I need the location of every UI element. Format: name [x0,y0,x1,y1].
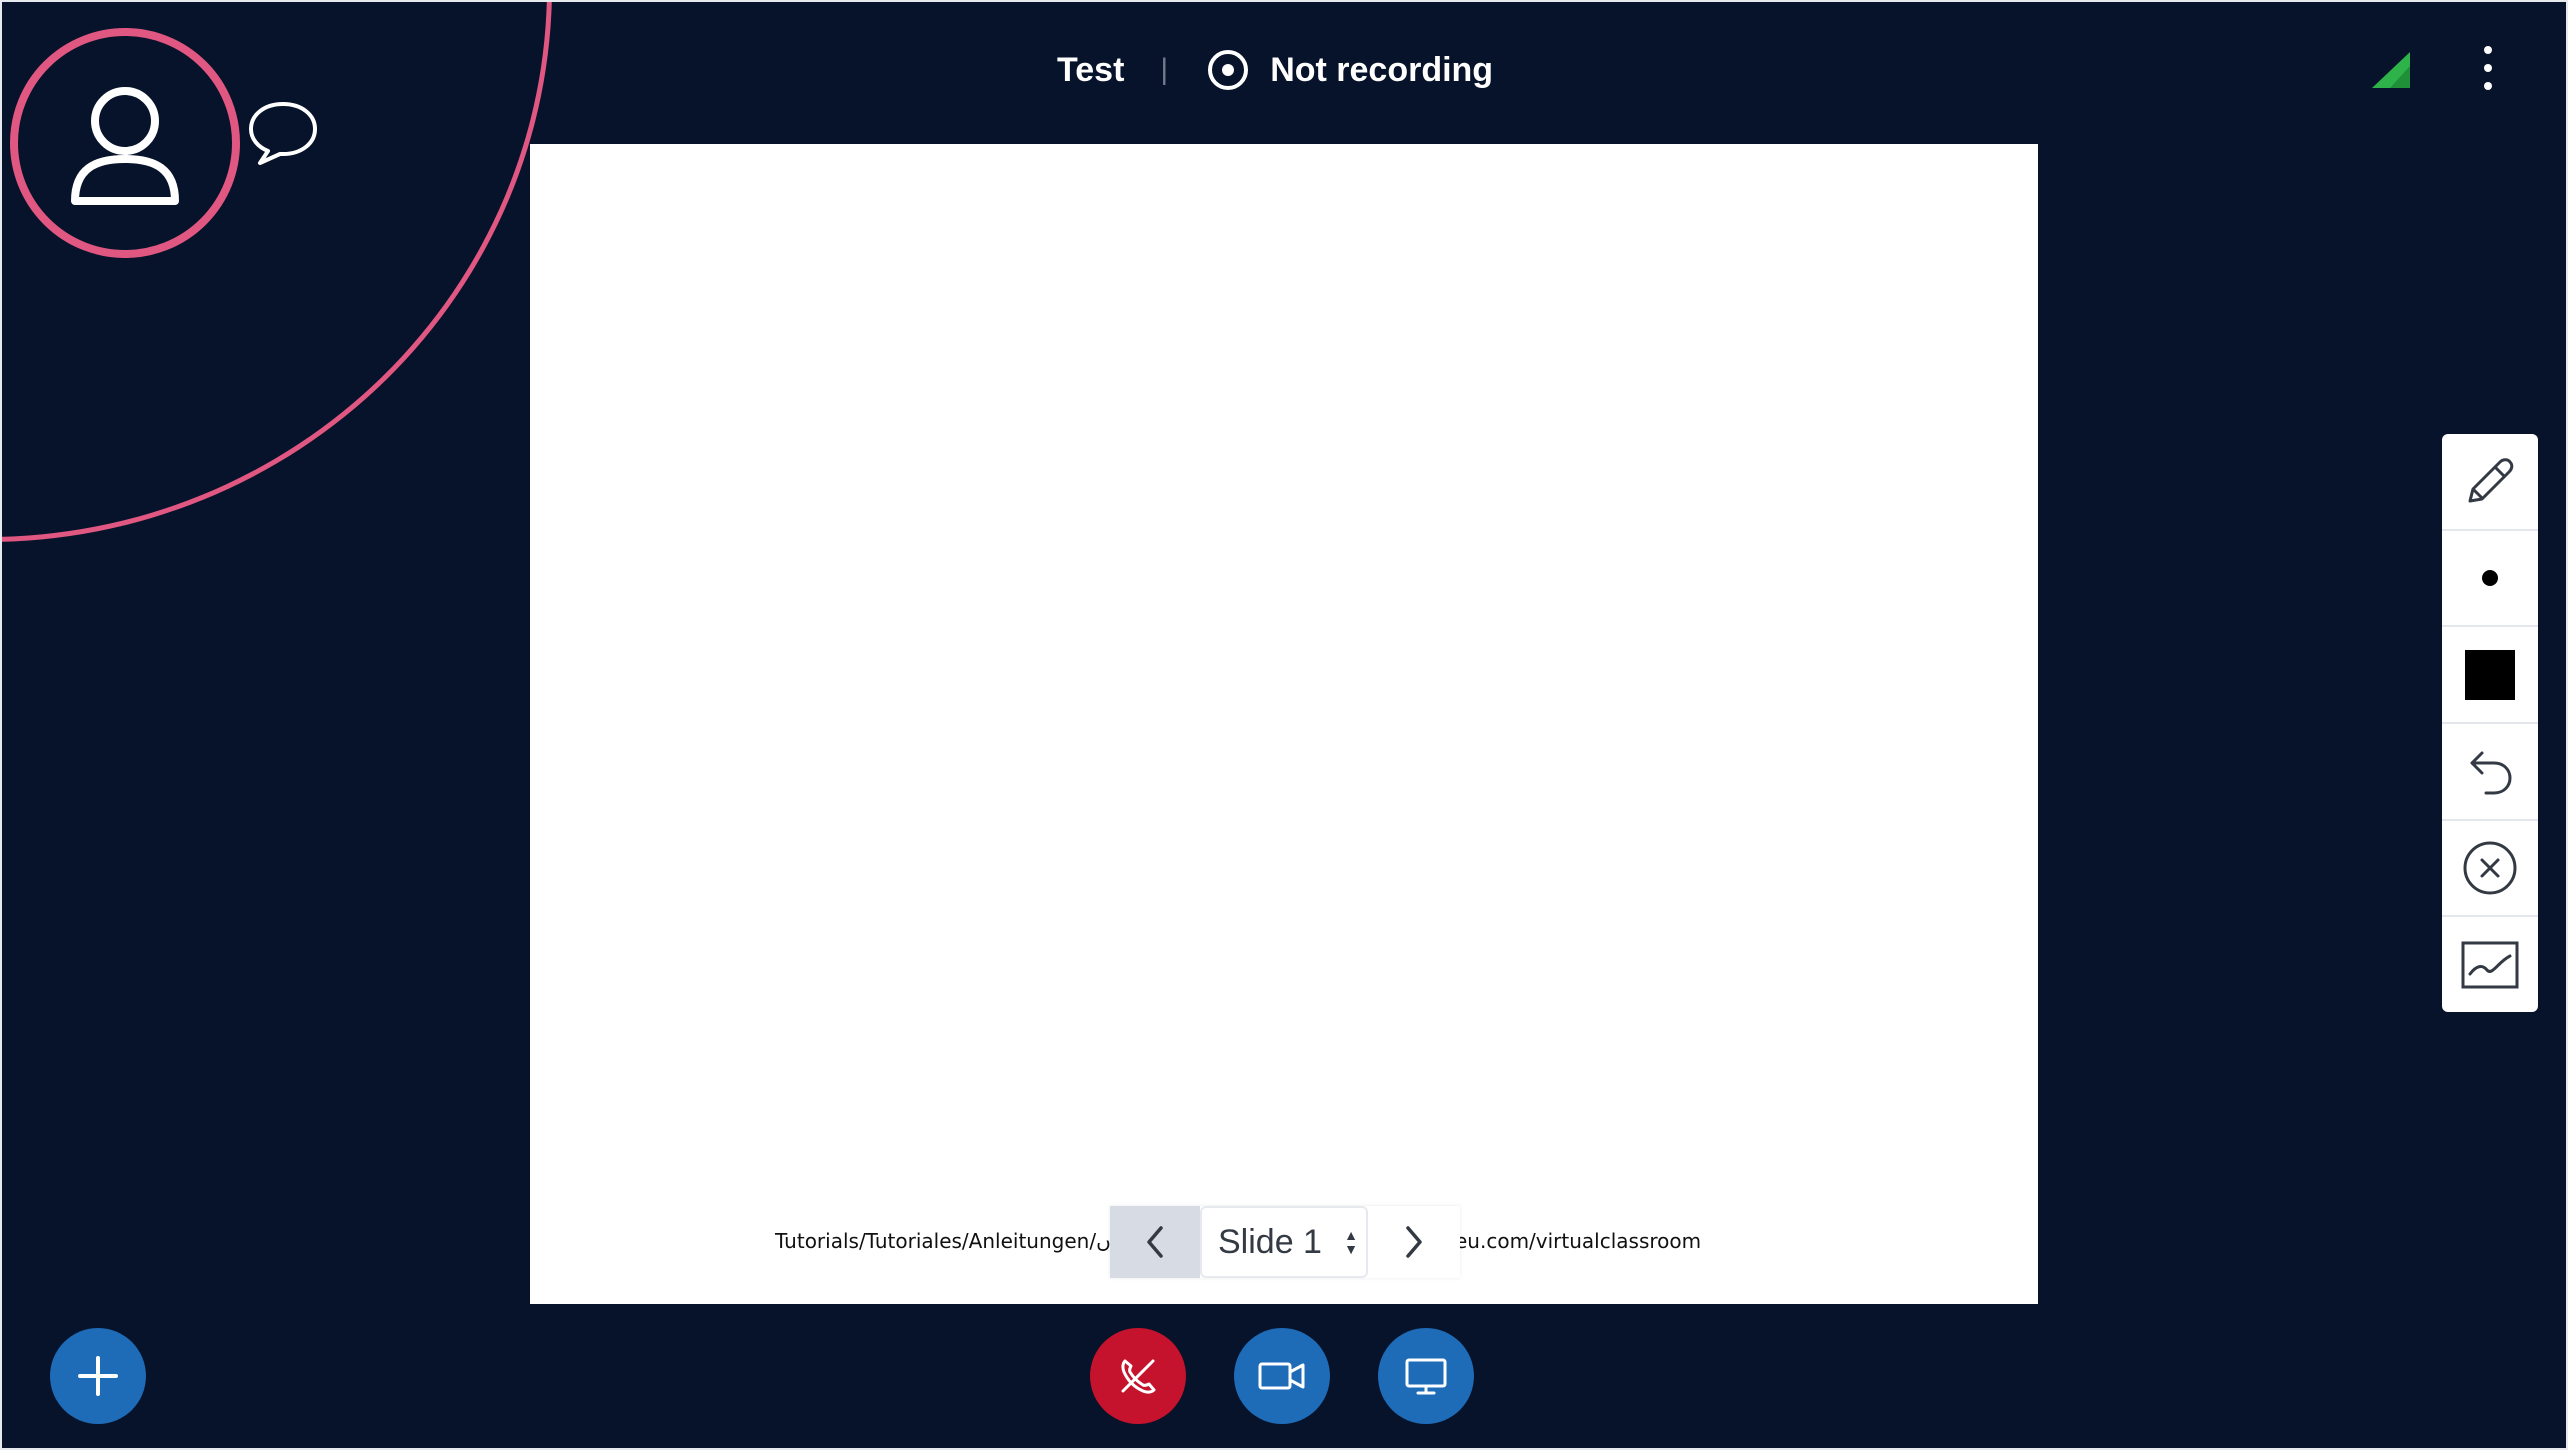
pencil-icon [2468,458,2514,503]
signal-strength-icon[interactable] [2372,52,2410,88]
menu-dot [2484,82,2492,90]
slide-url-text: Tutorials/Tutoriales/Anleitungen/ں [775,1229,1111,1253]
slide-navigation: Slide 1 ▲ ▼ [1110,1206,1460,1278]
tool-clear[interactable] [2442,821,2538,918]
actions-button[interactable] [50,1328,146,1424]
whiteboard-toolbar [2442,434,2538,1012]
dot-icon [2482,570,2498,586]
camera-button[interactable] [1234,1328,1330,1424]
recording-status[interactable]: Not recording [1270,51,1493,90]
tool-undo[interactable] [2442,724,2538,821]
leave-audio-button[interactable] [1090,1328,1186,1424]
chart-line-icon [2461,941,2519,989]
screenshare-button[interactable] [1378,1328,1474,1424]
kebab-menu-icon[interactable] [2472,46,2504,90]
chevron-right-icon [1406,1226,1422,1258]
app-window: Test | Not recording Tutorials/Tutoriale… [0,0,2568,1450]
tool-color[interactable] [2442,627,2538,725]
next-slide-button[interactable] [1368,1206,1460,1278]
clear-circle-x-icon [2463,841,2517,895]
plus-icon [78,1356,118,1396]
slide-select-value: Slide 1 [1218,1222,1322,1261]
record-icon[interactable] [1208,50,1249,90]
slide-url-text-right: eu.com/virtualclassroom [1455,1229,1702,1253]
slide-select[interactable]: Slide 1 ▲ ▼ [1200,1206,1368,1278]
previous-slide-button[interactable] [1110,1206,1200,1278]
video-camera-icon [1258,1362,1305,1390]
phone-off-icon [1121,1359,1156,1394]
undo-icon [2470,751,2512,795]
top-bar: Test | Not recording [2,2,2566,142]
tool-thickness[interactable] [2442,531,2538,628]
menu-dot [2484,64,2492,72]
select-arrows-icon: ▲ ▼ [1344,1227,1358,1257]
tool-pencil[interactable] [2442,434,2538,531]
meeting-title-group: Test | Not recording [1057,44,1493,96]
title-separator: | [1160,53,1169,86]
menu-dot [2484,46,2492,54]
tool-multiuser[interactable] [2442,917,2538,1012]
presentation-slide[interactable]: Tutorials/Tutoriales/Anleitungen/ں eu.co… [530,144,2038,1304]
chevron-left-icon [1147,1226,1163,1258]
monitor-icon [1405,1358,1447,1395]
meeting-title: Test [1057,50,1125,89]
square-icon [2465,649,2515,700]
